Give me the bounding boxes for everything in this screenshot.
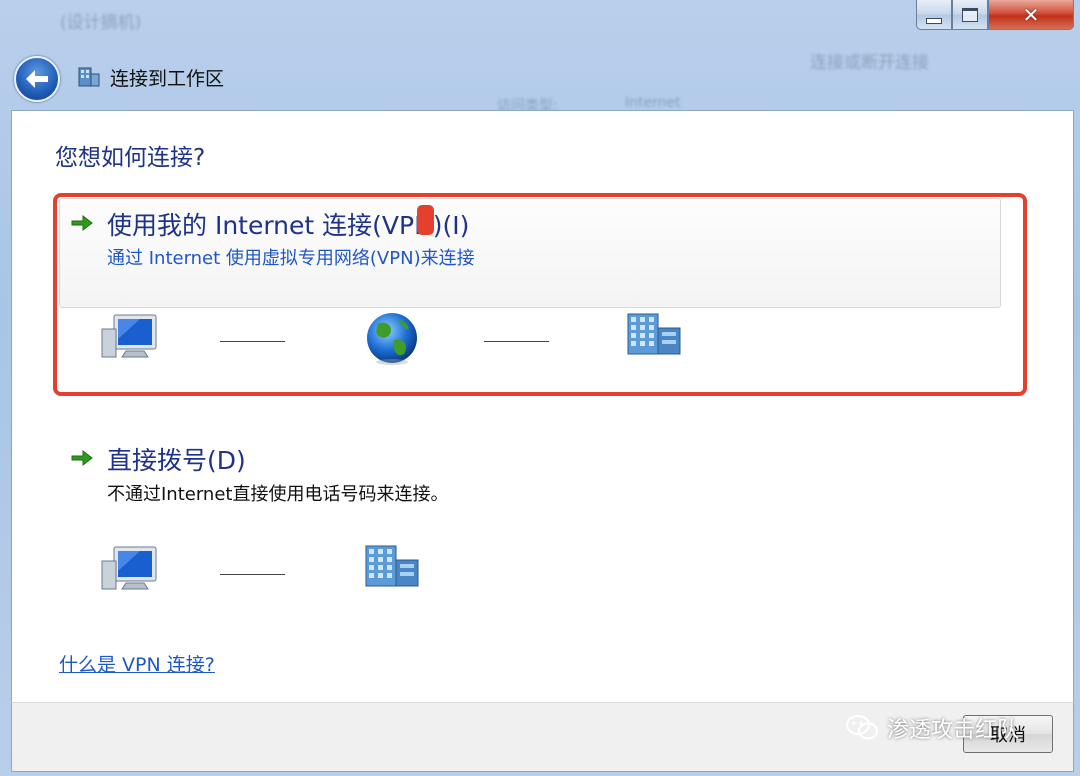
maximize-button[interactable]: [952, 0, 988, 30]
close-button[interactable]: ✕: [988, 0, 1074, 30]
page-heading: 您想如何连接?: [55, 145, 206, 171]
connector-line: [220, 574, 285, 575]
what-is-vpn-link[interactable]: 什么是 VPN 连接?: [59, 650, 215, 677]
minimize-icon: [926, 17, 942, 24]
window-title: 连接到工作区: [110, 68, 225, 90]
green-arrow-icon: [71, 449, 93, 467]
network-workplace-icon: [78, 67, 100, 87]
option-title[interactable]: 直接拨号(D): [107, 441, 246, 477]
caption-buttons: ✕: [916, 0, 1074, 30]
wechat-icon: [846, 715, 878, 740]
minimize-button[interactable]: [916, 0, 952, 30]
background-text: 连接或断开连接: [810, 53, 929, 73]
annotation-mark: [417, 205, 434, 235]
maximize-icon: [962, 7, 978, 22]
highlight-annotation: [53, 193, 1027, 396]
computer-icon: [101, 546, 157, 590]
workplace-building-icon: [365, 545, 419, 587]
option-description: 不通过Internet直接使用电话号码来连接。: [107, 484, 449, 505]
background-text: (设计摘机): [60, 13, 142, 33]
background-text: Internet: [625, 95, 681, 111]
watermark: 渗透攻击红队: [845, 712, 1019, 744]
close-icon: ✕: [1022, 2, 1040, 27]
back-arrow-icon: [26, 70, 48, 88]
back-button[interactable]: [14, 56, 60, 102]
watermark-text: 渗透攻击红队: [887, 718, 1020, 743]
